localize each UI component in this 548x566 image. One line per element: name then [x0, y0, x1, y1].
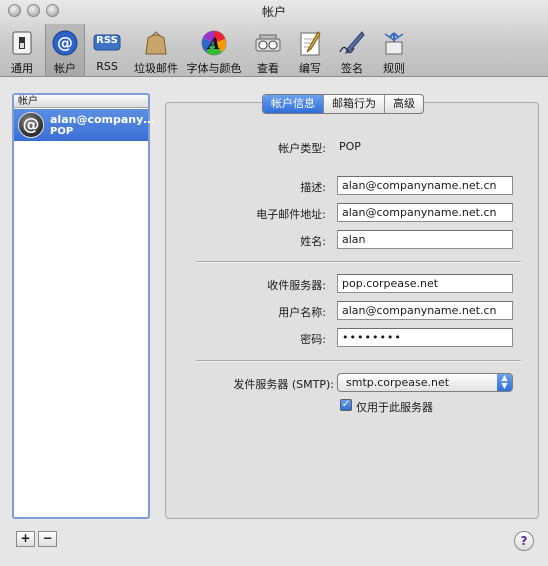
incoming-server-label: 收件服务器:: [267, 279, 326, 292]
smtp-server-value: smtp.corpease.net: [346, 376, 450, 389]
username-field[interactable]: alan@companyname.net.cn: [337, 301, 513, 320]
account-type-value: POP: [339, 140, 361, 153]
toolbar-item-accounts[interactable]: @ 帐户: [45, 24, 85, 76]
settings-tabs: 帐户信息 邮箱行为 高级: [262, 94, 424, 114]
full-name-field[interactable]: alan: [337, 230, 513, 249]
email-address-label: 电子邮件地址:: [256, 208, 326, 221]
rules-icon: [384, 32, 404, 55]
tab-mailbox-behaviors[interactable]: 邮箱行为: [324, 95, 385, 113]
help-button[interactable]: ?: [514, 531, 534, 551]
account-type: POP: [50, 126, 74, 137]
switch-icon: [12, 31, 32, 55]
only-this-server-checkbox[interactable]: ✓: [340, 399, 352, 411]
toolbar-item-rss[interactable]: RSS RSS: [88, 26, 126, 74]
chevron-up-down-icon: ▲ ▼: [497, 374, 512, 391]
accounts-list[interactable]: 帐户 @ alan@company… POP: [12, 93, 154, 519]
toolbar-item-compose[interactable]: 编写: [292, 26, 328, 75]
account-type-label: 帐户类型:: [278, 142, 326, 155]
toolbar-item-general[interactable]: 通用: [4, 26, 40, 75]
smtp-server-select[interactable]: smtp.corpease.net ▲ ▼: [337, 373, 513, 392]
account-name: alan@company…: [50, 113, 155, 126]
description-label: 描述:: [300, 181, 326, 194]
divider: [196, 261, 521, 263]
add-account-button[interactable]: +: [16, 531, 35, 547]
svg-text:@: @: [57, 33, 73, 52]
toolbar-item-fonts-colors[interactable]: A 字体与颜色: [185, 26, 243, 75]
divider: [196, 360, 521, 362]
smtp-server-label: 发件服务器 (SMTP):: [233, 378, 334, 391]
account-row[interactable]: @ alan@company… POP: [14, 109, 154, 141]
rss-badge-text: RSS: [96, 35, 118, 46]
at-icon: @: [18, 112, 44, 138]
svg-text:A: A: [206, 34, 220, 53]
tab-advanced[interactable]: 高级: [385, 95, 423, 113]
incoming-server-field[interactable]: pop.corpease.net: [337, 274, 513, 293]
view-icon: [255, 34, 281, 52]
only-this-server-label: 仅用于此服务器: [356, 401, 433, 414]
signature-icon: [339, 31, 365, 55]
toolbar-item-signatures[interactable]: 签名: [334, 26, 370, 75]
toolbar: 帐户 通用 @ 帐户 RSS RSS 垃圾邮件 A 字体与颜色 查看 编写 签名…: [0, 0, 548, 77]
toolbar-item-view[interactable]: 查看: [250, 26, 286, 75]
toolbar-item-junk[interactable]: 垃圾邮件: [132, 26, 180, 75]
font-color-icon: A: [201, 30, 227, 56]
accounts-list-header: 帐户: [14, 95, 148, 108]
window-title: 帐户: [261, 5, 286, 19]
preferences-window: 帐户 通用 @ 帐户 RSS RSS 垃圾邮件 A 字体与颜色 查看 编写 签名…: [0, 0, 548, 566]
username-label: 用户名称:: [278, 306, 326, 319]
toolbar-item-rules[interactable]: 规则: [376, 26, 412, 75]
full-name-label: 姓名:: [300, 235, 326, 248]
password-field[interactable]: ••••••••: [337, 328, 513, 347]
tab-account-info[interactable]: 帐户信息: [263, 95, 324, 113]
junk-bag-icon: [145, 31, 167, 55]
description-field[interactable]: alan@companyname.net.cn: [337, 176, 513, 195]
remove-account-button[interactable]: −: [38, 531, 57, 547]
password-label: 密码:: [300, 333, 326, 346]
at-icon: @: [52, 30, 78, 56]
compose-icon: [300, 31, 321, 56]
email-address-field[interactable]: alan@companyname.net.cn: [337, 203, 513, 222]
